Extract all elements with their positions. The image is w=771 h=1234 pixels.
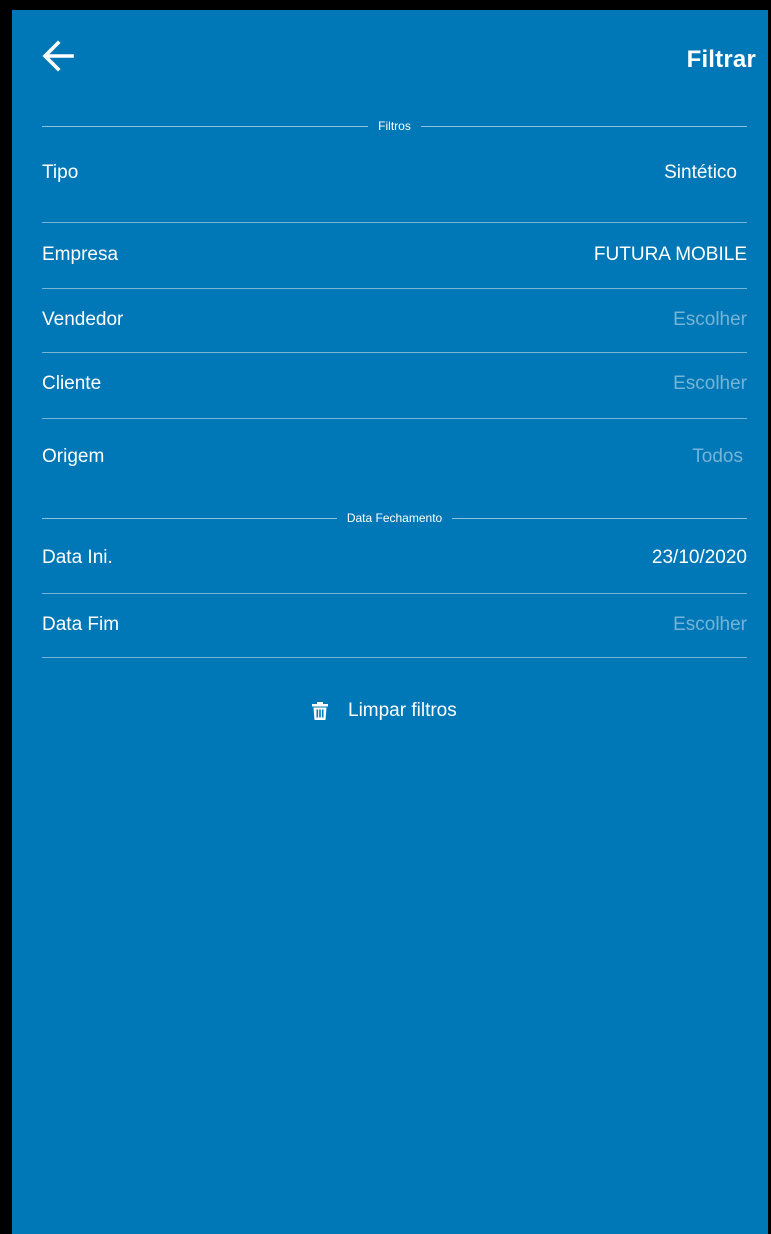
- row-origem[interactable]: Origem Todos: [42, 446, 747, 468]
- filter-apply-button[interactable]: Filtrar: [687, 46, 756, 74]
- clear-filters-label: Limpar filtros: [348, 700, 457, 721]
- back-button[interactable]: [40, 38, 80, 78]
- row-vendedor-label: Vendedor: [42, 309, 124, 330]
- section-data-fechamento: Data Fechamento: [42, 510, 748, 526]
- row-vendedor[interactable]: Vendedor Escolher: [42, 309, 747, 331]
- row-data-fim-label: Data Fim: [42, 614, 120, 635]
- row-tipo-value: Sintético: [664, 162, 737, 183]
- divider-line: [42, 517, 337, 519]
- row-divider: [42, 352, 747, 353]
- section-data-fechamento-label: Data Fechamento: [346, 511, 443, 525]
- arrow-left-icon: [42, 40, 74, 72]
- row-data-ini-label: Data Ini.: [42, 547, 113, 568]
- row-cliente-label: Cliente: [42, 373, 102, 394]
- row-divider: [42, 222, 747, 223]
- row-cliente[interactable]: Cliente Escolher: [42, 373, 747, 395]
- filter-screen: Filtrar Filtros Tipo Sintético Empresa F…: [12, 10, 768, 1234]
- row-empresa[interactable]: Empresa FUTURA MOBILE: [42, 244, 747, 266]
- row-tipo-label: Tipo: [42, 162, 79, 183]
- divider-line: [452, 517, 748, 519]
- trash-icon: [312, 702, 328, 720]
- row-divider: [42, 657, 747, 658]
- row-tipo[interactable]: Tipo Sintético: [42, 162, 747, 184]
- divider-line: [42, 125, 369, 127]
- row-data-fim-value: Escolher: [673, 614, 747, 635]
- section-filtros-label: Filtros: [378, 119, 411, 133]
- row-origem-value: Todos: [692, 446, 743, 467]
- row-cliente-value: Escolher: [673, 373, 747, 394]
- row-divider: [42, 593, 747, 594]
- row-divider: [42, 418, 747, 419]
- divider-line: [420, 125, 748, 127]
- clear-filters-button[interactable]: Limpar filtros: [312, 700, 457, 722]
- row-data-ini-value: 23/10/2020: [651, 547, 747, 568]
- row-data-ini[interactable]: Data Ini. 23/10/2020: [42, 547, 747, 569]
- row-vendedor-value: Escolher: [673, 309, 747, 330]
- row-divider: [42, 288, 747, 289]
- row-data-fim[interactable]: Data Fim Escolher: [42, 614, 747, 636]
- row-origem-label: Origem: [42, 446, 105, 467]
- row-empresa-value: FUTURA MOBILE: [593, 244, 747, 265]
- row-empresa-label: Empresa: [42, 244, 119, 265]
- section-filtros: Filtros: [42, 118, 748, 134]
